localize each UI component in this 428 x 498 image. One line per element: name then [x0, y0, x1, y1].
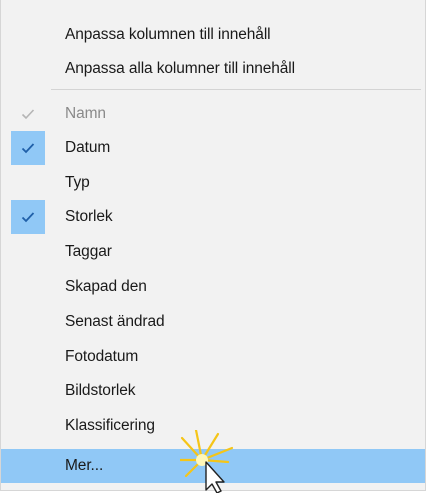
menu-item-label: Namn	[65, 105, 106, 122]
menu-item-label: Datum	[65, 139, 111, 156]
menu-item-column-taggar[interactable]: Taggar	[1, 235, 423, 269]
menu-item-label: Klassificering	[65, 417, 155, 434]
menu-item-label: Anpassa kolumnen till innehåll	[65, 26, 271, 43]
menu-item-column-storlek[interactable]: Storlek	[1, 200, 423, 234]
menu-item-label: Bildstorlek	[65, 382, 136, 399]
menu-item-column-namn: Namn	[1, 97, 423, 131]
menu-item-column-datum[interactable]: Datum	[1, 131, 423, 165]
menu-item-label: Fotodatum	[65, 348, 139, 365]
checkmark-icon	[11, 200, 45, 234]
menu-item-column-typ[interactable]: Typ	[1, 166, 423, 200]
column-context-menu: Anpassa kolumnen till innehåll Anpassa a…	[0, 0, 426, 491]
menu-item-fit-all-columns[interactable]: Anpassa alla kolumner till innehåll	[1, 52, 423, 86]
menu-item-label: Taggar	[65, 243, 112, 260]
menu-item-column-skapad-den[interactable]: Skapad den	[1, 270, 423, 304]
menu-item-column-senast-andrad[interactable]: Senast ändrad	[1, 305, 423, 339]
menu-item-fit-column[interactable]: Anpassa kolumnen till innehåll	[1, 18, 423, 52]
menu-item-label: Senast ändrad	[65, 313, 165, 330]
menu-item-label: Mer...	[65, 457, 104, 474]
menu-item-label: Skapad den	[65, 278, 147, 295]
menu-item-label: Typ	[65, 174, 90, 191]
menu-item-column-bildstorlek[interactable]: Bildstorlek	[1, 374, 423, 408]
click-cursor-icon	[178, 428, 260, 498]
menu-separator	[51, 89, 421, 90]
menu-item-column-fotodatum[interactable]: Fotodatum	[1, 340, 423, 374]
menu-item-label: Storlek	[65, 208, 113, 225]
checkmark-icon	[11, 97, 45, 131]
checkmark-icon	[11, 131, 45, 165]
menu-item-label: Anpassa alla kolumner till innehåll	[65, 60, 295, 77]
